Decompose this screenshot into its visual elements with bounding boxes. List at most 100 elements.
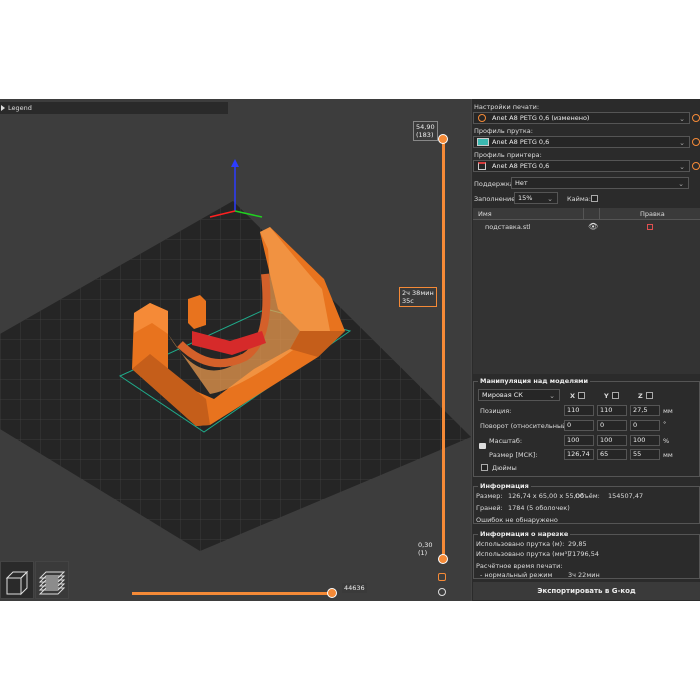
axis-x-label: X — [570, 392, 576, 400]
print-settings-label: Настройки печати: — [474, 103, 540, 111]
rotation-z-field[interactable]: 0 — [630, 420, 660, 431]
edit-icon[interactable] — [647, 224, 653, 230]
rotation-x-field[interactable]: 0 — [564, 420, 594, 431]
position-z-field[interactable]: 27,5 — [630, 405, 660, 416]
printer-combo[interactable]: Anet A8 PETG 0,6 ⌄ — [473, 160, 690, 172]
used-m-value: 29,85 — [568, 540, 587, 548]
printer-cog-icon[interactable] — [692, 162, 700, 170]
eye-icon[interactable]: 👁 — [588, 222, 598, 231]
brim-checkbox[interactable] — [591, 195, 598, 202]
filament-combo[interactable]: Anet A8 PETG 0,6 ⌄ — [473, 136, 690, 148]
object-list-header: Имя Правка — [473, 208, 700, 220]
position-x-field[interactable]: 110 — [564, 405, 594, 416]
size-y-field[interactable]: 65 — [597, 449, 627, 460]
scale-y-field[interactable]: 100 — [597, 435, 627, 446]
position-y-field[interactable]: 110 — [597, 405, 627, 416]
brim-label: Кайма: — [567, 195, 591, 203]
chevron-down-icon: ⌄ — [679, 139, 685, 147]
supports-combo[interactable]: Нет ⌄ — [511, 177, 689, 189]
info-size-label: Размер: — [476, 492, 503, 500]
horizontal-move-value: 44636 — [344, 584, 365, 592]
coord-system-value: Мировая СК — [482, 391, 523, 399]
time-value-2: 35с — [402, 297, 414, 305]
filament-value: Anet A8 PETG 0,6 — [492, 138, 550, 146]
axis-y-label: Y — [604, 392, 609, 400]
expand-arrow-icon — [1, 105, 5, 111]
chevron-down-icon: ⌄ — [549, 392, 555, 400]
view-3d-button[interactable] — [0, 561, 34, 599]
info-facets-label: Граней: — [476, 504, 503, 512]
size-z-field[interactable]: 55 — [630, 449, 660, 460]
scale-unit: % — [663, 437, 670, 445]
chevron-down-icon: ⌄ — [678, 180, 684, 188]
supports-label: Поддержка: — [474, 180, 516, 188]
infill-label: Заполнение: — [474, 195, 518, 203]
printer-value: Anet A8 PETG 0,6 — [492, 162, 550, 170]
3d-viewport[interactable]: Legend 54,90 (183) 2ч 38мин 35с 0,30 (1)… — [0, 99, 471, 601]
scale-x-field[interactable]: 100 — [564, 435, 594, 446]
export-gcode-button[interactable]: Экспортировать в G-код — [473, 582, 700, 600]
inches-label: Дюймы — [492, 464, 517, 472]
coord-system-combo[interactable]: Мировая СК ⌄ — [478, 389, 560, 401]
bottom-height-badge: 0,30 (1) — [416, 540, 434, 558]
chevron-down-icon: ⌄ — [679, 115, 685, 123]
print-settings-icon — [478, 114, 486, 122]
infill-value: 15% — [518, 194, 533, 202]
filament-label: Профиль прутка: — [474, 127, 533, 135]
filament-color-swatch[interactable] — [477, 138, 489, 146]
rotation-y-field[interactable]: 0 — [597, 420, 627, 431]
horizontal-move-slider-track[interactable] — [132, 592, 332, 595]
info-title: Информация — [478, 482, 531, 490]
chevron-down-icon: ⌄ — [679, 163, 685, 171]
position-unit: мм — [663, 407, 673, 415]
info-facets-value: 1784 (5 оболочек) — [508, 504, 570, 512]
manipulation-title: Манипуляция над моделями — [478, 377, 590, 385]
vertical-layer-slider-track[interactable] — [442, 137, 445, 559]
size-label: Размер [МСК]: — [489, 451, 538, 459]
bottom-layer-knob[interactable] — [438, 554, 448, 564]
col-edit[interactable]: Правка — [640, 210, 665, 218]
app-window: Legend 54,90 (183) 2ч 38мин 35с 0,30 (1)… — [0, 99, 700, 601]
legend-label: Legend — [8, 104, 32, 112]
top-height-badge: 54,90 (183) — [413, 121, 438, 141]
top-layer-knob[interactable] — [438, 134, 448, 144]
object-name: подставка.stl — [485, 223, 531, 231]
info-size-value: 126,74 x 65,00 x 55,00 — [508, 492, 584, 500]
print-settings-cog-icon[interactable] — [692, 114, 700, 122]
print-settings-combo[interactable]: Anet A8 PETG 0,6 (изменено) ⌄ — [473, 112, 690, 124]
col-name[interactable]: Имя — [478, 210, 492, 218]
position-label: Позиция: — [480, 407, 512, 415]
bottom-layer-index: (1) — [418, 549, 428, 557]
used-m-label: Использовано прутка (м): — [476, 540, 565, 548]
used-mm3-value: 71796,54 — [568, 550, 600, 558]
settings-cog-icon[interactable] — [438, 588, 446, 596]
object-list: Имя Правка подставка.stl 👁 — [473, 208, 700, 374]
horizontal-move-knob[interactable] — [327, 588, 337, 598]
printer-icon — [478, 162, 486, 170]
inches-checkbox[interactable] — [481, 464, 488, 471]
scene — [0, 159, 471, 551]
filament-cog-icon[interactable] — [692, 138, 700, 146]
bottom-height-value: 0,30 — [418, 541, 433, 549]
axis-y-icon — [612, 392, 619, 399]
infill-combo[interactable]: 15% ⌄ — [514, 192, 558, 204]
axis-z-icon — [646, 392, 653, 399]
size-x-field[interactable]: 126,74 — [564, 449, 594, 460]
list-item[interactable]: подставка.stl 👁 — [473, 221, 700, 233]
time-value-1: 2ч 38мин — [402, 289, 434, 297]
col-divider — [599, 208, 600, 220]
view-preview-button[interactable] — [35, 561, 69, 599]
info-volume-value: 154507,47 — [608, 492, 644, 500]
scale-z-field[interactable]: 100 — [630, 435, 660, 446]
estimated-time-badge: 2ч 38мин 35с — [399, 287, 437, 307]
slice-info-title: Информация о нарезке — [478, 530, 571, 538]
scale-label: Масштаб: — [489, 437, 523, 445]
lock-ratio-icon[interactable] — [479, 443, 486, 449]
chevron-down-icon: ⌄ — [547, 195, 553, 203]
normal-mode-label: - нормальный режим — [480, 571, 553, 579]
lock-icon[interactable] — [438, 573, 446, 581]
legend-bar[interactable]: Legend — [0, 102, 228, 114]
info-errors: Ошибок не обнаружено — [476, 516, 558, 524]
supports-value: Нет — [515, 179, 528, 187]
printer-label: Профиль принтера: — [474, 151, 542, 159]
